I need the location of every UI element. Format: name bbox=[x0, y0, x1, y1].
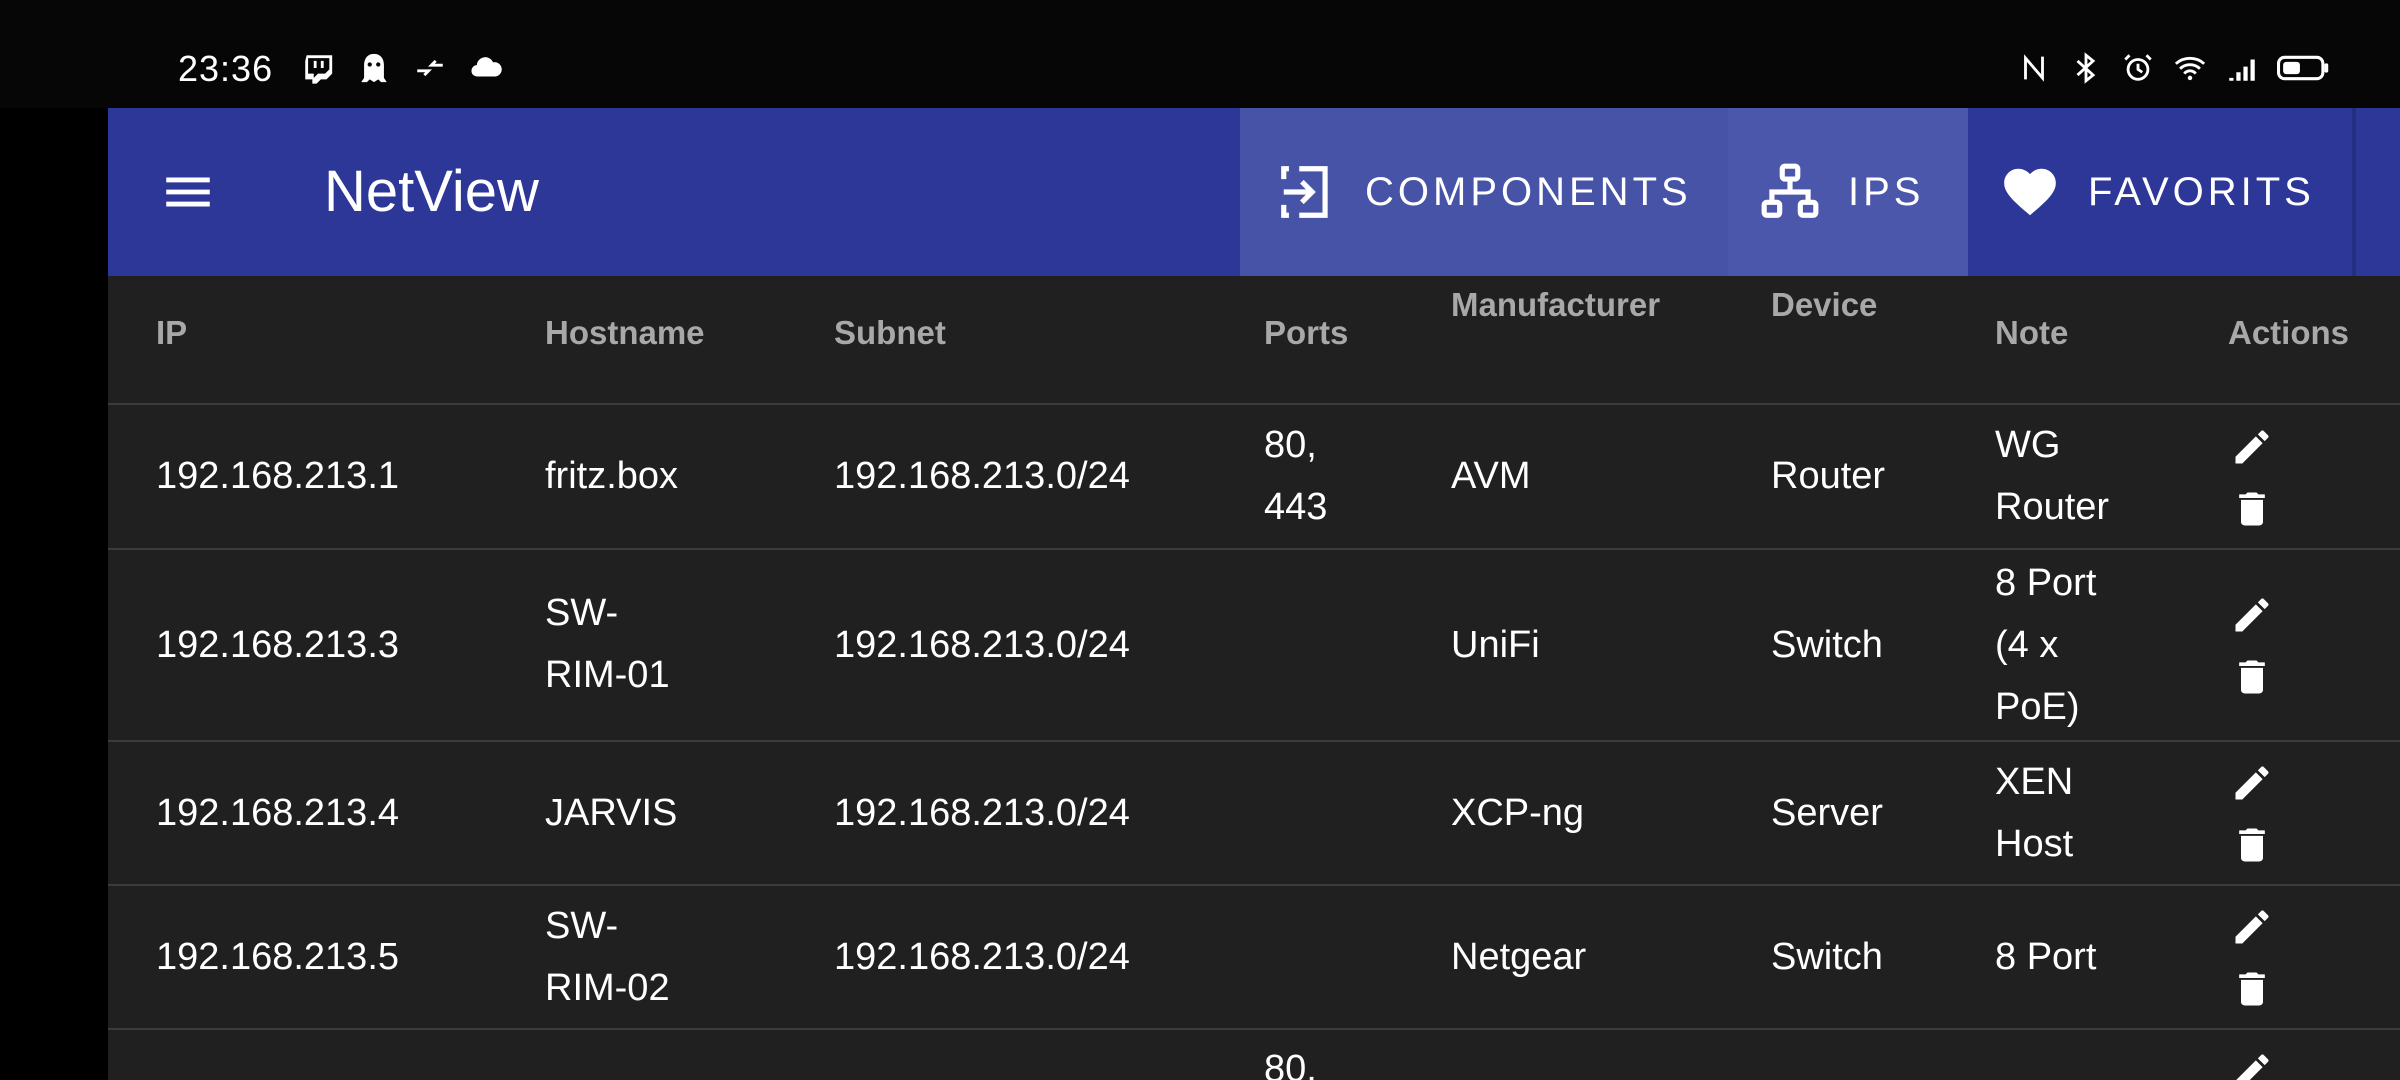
pencil-edit-icon[interactable] bbox=[2229, 424, 2275, 470]
hostname-line: SW- bbox=[545, 592, 619, 634]
cell-device: Switch bbox=[1771, 624, 1883, 666]
column-header-actions: Actions bbox=[2228, 314, 2350, 351]
tab-favorits-label: FAVORITS bbox=[2088, 169, 2315, 214]
cell-subnet: 192.168.213.0/24 bbox=[834, 624, 1130, 666]
cell-note: XEN Host bbox=[1995, 751, 2073, 875]
hostname-line: SW- bbox=[545, 905, 619, 947]
row-divider bbox=[108, 740, 2400, 742]
pencil-edit-icon[interactable] bbox=[2229, 760, 2275, 806]
tab-favorits[interactable]: FAVORITS bbox=[1968, 108, 2360, 276]
cell-manufacturer: AVM bbox=[1451, 455, 1531, 497]
cell-ports: 80, bbox=[1264, 1048, 1317, 1080]
cell-manufacturer: Netgear bbox=[1451, 936, 1587, 978]
cell-subnet: 192.168.213.0/24 bbox=[834, 792, 1130, 834]
column-header-hostname[interactable]: Hostname bbox=[545, 314, 705, 352]
cloud-icon bbox=[468, 50, 504, 86]
row-divider bbox=[108, 548, 2400, 550]
status-bar: 23:36 bbox=[0, 0, 2400, 108]
nfc-icon bbox=[2016, 50, 2052, 86]
app-bar: NetView COMPONENTS IPS FAVORITS bbox=[108, 108, 2400, 276]
pencil-edit-icon[interactable] bbox=[2229, 1048, 2275, 1080]
cell-hostname: SW- RIM-01 bbox=[545, 582, 670, 706]
note-line: PoE) bbox=[1995, 686, 2080, 728]
cell-note: WG Router bbox=[1995, 414, 2109, 538]
status-system-icons bbox=[2016, 50, 2330, 86]
cell-hostname: fritz.box bbox=[545, 455, 679, 497]
cell-ip: 192.168.213.1 bbox=[156, 455, 400, 497]
cell-device: Switch bbox=[1771, 936, 1883, 978]
cell-ip: 192.168.213.5 bbox=[156, 936, 400, 978]
cell-hostname: JARVIS bbox=[545, 792, 678, 834]
status-time: 23:36 bbox=[178, 48, 274, 89]
tab-components[interactable]: COMPONENTS bbox=[1240, 108, 1728, 276]
hostname-line: RIM-01 bbox=[545, 654, 670, 696]
cell-manufacturer: UniFi bbox=[1451, 624, 1540, 666]
cell-ports: 80, 443 bbox=[1264, 414, 1327, 538]
column-header-note[interactable]: Note bbox=[1995, 314, 2068, 352]
trash-delete-icon[interactable] bbox=[2229, 822, 2275, 868]
wifi-icon bbox=[2172, 50, 2208, 86]
header-divider bbox=[108, 403, 2400, 405]
note-line: 8 Port bbox=[1995, 562, 2097, 604]
twitch-icon bbox=[300, 50, 336, 86]
note-line: Router bbox=[1995, 486, 2110, 528]
column-header-device[interactable]: Device bbox=[1771, 286, 1877, 324]
cell-device: Server bbox=[1771, 792, 1883, 834]
cell-device: Router bbox=[1771, 455, 1886, 497]
row-divider bbox=[108, 1028, 2400, 1030]
signal-icon bbox=[2224, 50, 2260, 86]
cell-manufacturer: XCP-ng bbox=[1451, 792, 1585, 834]
note-line: (4 x bbox=[1995, 624, 2059, 666]
trash-delete-icon[interactable] bbox=[2229, 654, 2275, 700]
note-line: WG bbox=[1995, 424, 2061, 466]
note-line: XEN bbox=[1995, 761, 2074, 803]
login-arrow-icon bbox=[1275, 160, 1339, 224]
tab-ips[interactable]: IPS bbox=[1728, 108, 1968, 276]
cell-subnet: 192.168.213.0/24 bbox=[834, 936, 1130, 978]
cell-note: 8 Port bbox=[1995, 936, 2097, 978]
cell-hostname: SW- RIM-02 bbox=[545, 895, 670, 1019]
app-title: NetView bbox=[324, 159, 539, 224]
battery-icon bbox=[2276, 50, 2330, 86]
bluetooth-icon bbox=[2068, 50, 2104, 86]
pencil-edit-icon[interactable] bbox=[2229, 592, 2275, 638]
ip-table: IP Hostname Subnet Ports Manufacturer De… bbox=[108, 276, 2400, 1080]
column-header-ip[interactable]: IP bbox=[156, 314, 187, 352]
cell-subnet: 192.168.213.0/24 bbox=[834, 455, 1130, 497]
note-line: Host bbox=[1995, 823, 2074, 865]
column-header-ports[interactable]: Ports bbox=[1264, 314, 1348, 352]
trash-delete-icon[interactable] bbox=[2229, 966, 2275, 1012]
alarm-icon bbox=[2120, 50, 2156, 86]
port-line: 80, bbox=[1264, 424, 1317, 466]
pencil-edit-icon[interactable] bbox=[2229, 904, 2275, 950]
hostname-line: RIM-02 bbox=[545, 967, 670, 1009]
hamburger-menu-icon[interactable] bbox=[158, 162, 218, 222]
sync-arrows-icon bbox=[412, 50, 448, 86]
tab-components-label: COMPONENTS bbox=[1365, 169, 1692, 214]
screen-edge bbox=[0, 108, 108, 1080]
column-header-manufacturer[interactable]: Manufacturer bbox=[1451, 286, 1660, 324]
network-tree-icon bbox=[1758, 160, 1822, 224]
ghost-icon bbox=[356, 50, 392, 86]
heart-icon bbox=[1998, 160, 2062, 224]
port-line: 443 bbox=[1264, 486, 1328, 528]
cell-note: 8 Port (4 x PoE) bbox=[1995, 552, 2096, 738]
tab-ips-label: IPS bbox=[1848, 169, 1925, 214]
trash-delete-icon[interactable] bbox=[2229, 486, 2275, 532]
cell-ip: 192.168.213.4 bbox=[156, 792, 400, 834]
cell-ip: 192.168.213.3 bbox=[156, 624, 400, 666]
column-header-subnet[interactable]: Subnet bbox=[834, 314, 946, 352]
row-divider bbox=[108, 884, 2400, 886]
tab-bar-edge bbox=[2352, 108, 2356, 276]
status-notification-icons bbox=[300, 50, 504, 86]
